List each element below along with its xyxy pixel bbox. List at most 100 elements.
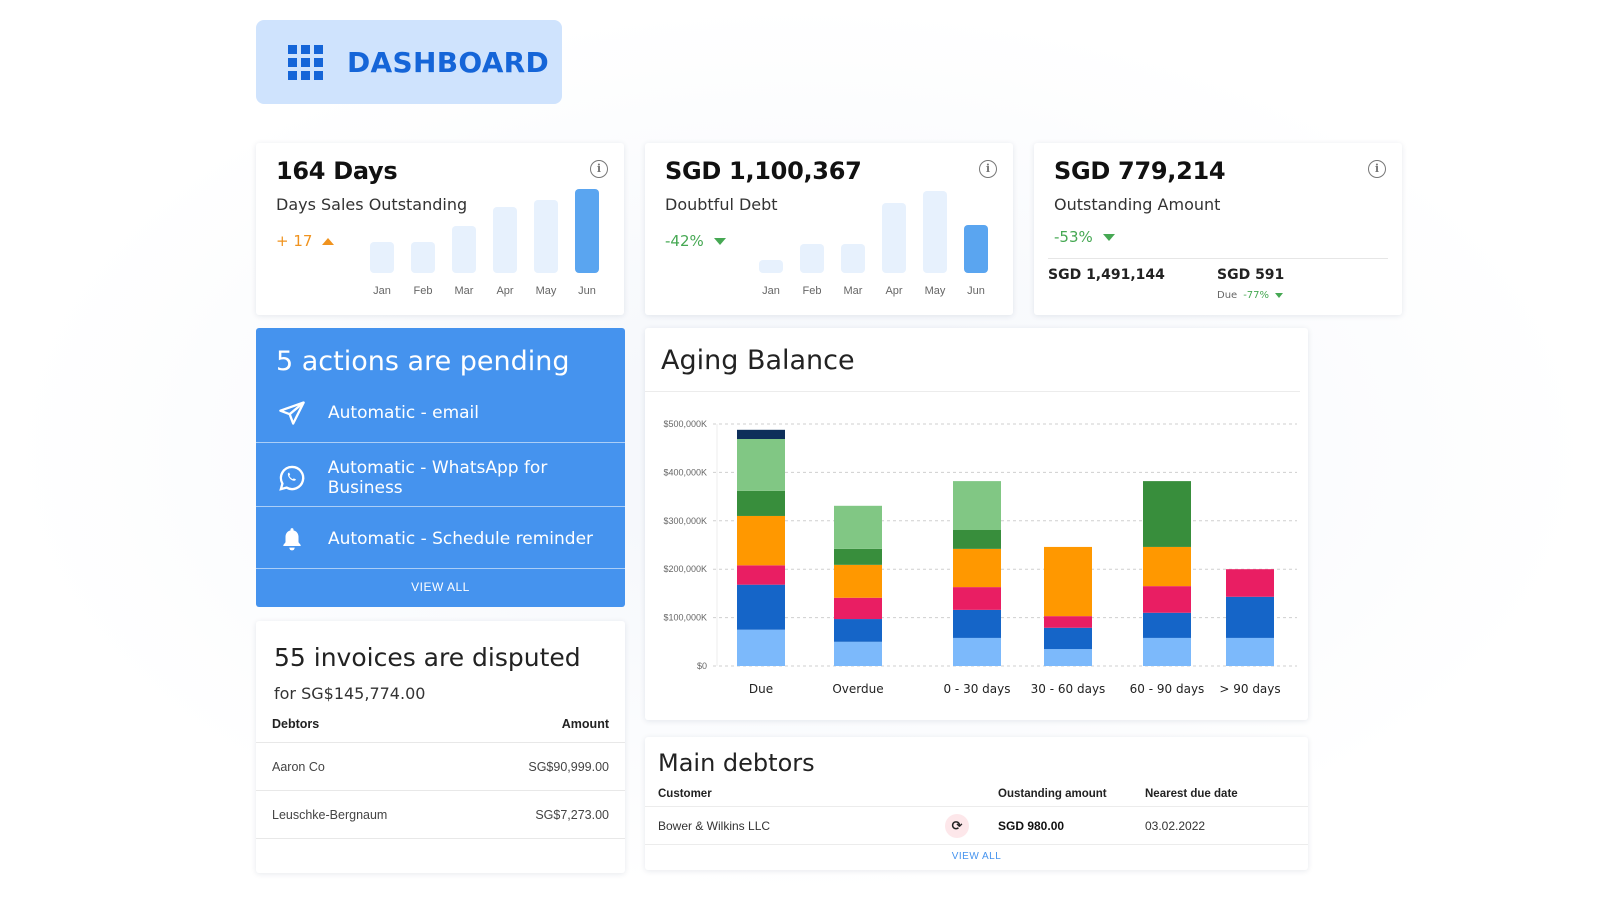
mini-bar-apr [882, 203, 906, 273]
mini-bar-may [923, 191, 947, 273]
mini-bar-jun [964, 225, 988, 273]
mini-bar-label: Feb [802, 285, 822, 297]
x-category-label: Due [749, 682, 773, 696]
action-label: Automatic - WhatsApp for Business [327, 458, 548, 498]
sync-alert-icon[interactable]: ⟳ [945, 814, 969, 838]
divider [256, 442, 625, 443]
debtors-title: Main debtors [658, 749, 815, 777]
kpi-value: SGD 779,214 [1054, 157, 1226, 185]
bar-segment-series-4 [834, 564, 882, 598]
column-header-amount: Oustanding amount [998, 788, 1107, 800]
grid-icon [288, 44, 323, 80]
mini-bar-label: May [535, 285, 557, 297]
action-label: Automatic - Schedule reminder [328, 529, 594, 549]
bar-segment-series-7 [737, 429, 785, 440]
aging-title: Aging Balance [645, 328, 1300, 392]
mini-bar-feb [411, 242, 435, 273]
dashboard-header[interactable]: DASHBOARD [256, 20, 562, 104]
x-category-label: 30 - 60 days [1031, 682, 1106, 696]
bar-segment-series-1 [1226, 637, 1274, 666]
bar-segment-series-2 [1226, 596, 1274, 638]
debtor-name: Leuschke-Bergnaum [272, 807, 388, 822]
y-tick-label: $100,000K [663, 613, 707, 623]
column-header-debtors: Debtors [272, 717, 320, 731]
due-amount-value: SGD 591 [1217, 267, 1285, 283]
aging-balance-card: Aging Balance $0 $100,000K $200,000K $300,0… [645, 328, 1308, 720]
mini-bar-label: Apr [885, 285, 903, 297]
mini-bar-label: Jun [578, 285, 596, 297]
arrow-down-icon [1275, 293, 1284, 298]
bar-segment-series-2 [953, 609, 1001, 638]
action-item-whatsapp[interactable]: Automatic - WhatsApp for Business [256, 458, 625, 498]
kpi-delta-value: -42% [665, 232, 704, 250]
bar-segment-series-1 [737, 629, 785, 666]
x-category-label: 0 - 30 days [943, 682, 1010, 696]
info-icon[interactable]: i [1368, 160, 1386, 178]
view-all-actions-button[interactable]: VIEW ALL [256, 580, 625, 594]
bar-segment-series-3 [1143, 586, 1191, 613]
bar-segment-series-5 [737, 490, 785, 516]
kpi-card-dso: 164 Days Days Sales Outstanding + 17 i J… [256, 143, 624, 315]
divider [1048, 258, 1388, 259]
mini-bar-jun [575, 189, 599, 273]
bar-segment-series-3 [953, 587, 1001, 610]
mini-bar-label: Mar [454, 285, 474, 297]
whatsapp-icon [275, 464, 309, 492]
bar-segment-series-5 [834, 548, 882, 565]
mini-bar-mar [452, 226, 476, 273]
bar-segment-series-4 [1044, 546, 1092, 617]
mini-bar-jan [370, 242, 394, 273]
bar-segment-series-1 [834, 641, 882, 666]
debtor-amount: SG$7,273.00 [535, 807, 609, 822]
bar-segment-series-4 [737, 515, 785, 566]
bar-segment-series-1 [1044, 649, 1092, 666]
bar-segment-series-4 [953, 548, 1001, 588]
action-item-email[interactable]: Automatic - email [256, 398, 625, 428]
outstanding-amount: SGD 980.00 [998, 819, 1065, 833]
mini-bar-chart: Jan Feb Mar Apr May Jun [757, 175, 993, 315]
x-category-label: > 90 days [1219, 682, 1280, 696]
kpi-card-doubtful-debt: SGD 1,100,367 Doubtful Debt -42% i Jan Fe… [645, 143, 1013, 315]
mini-bar-apr [493, 207, 517, 273]
due-label: Due [1217, 290, 1238, 301]
mini-bar-label: Feb [413, 285, 433, 297]
table-row[interactable]: Bower & Wilkins LLC ⟳ SGD 980.00 03.02.2… [645, 807, 1308, 845]
column-header-amount: Amount [561, 717, 609, 731]
divider [256, 506, 625, 507]
page-title: DASHBOARD [347, 45, 550, 79]
arrow-down-icon [1102, 233, 1115, 241]
bar-segment-series-4 [1143, 546, 1191, 587]
aging-balance-chart: $0 $100,000K $200,000K $300,000K $400,000K $5… [663, 419, 1297, 696]
view-all-debtors-button[interactable]: VIEW ALL [645, 851, 1308, 862]
bar-segment-series-1 [953, 637, 1001, 666]
bar-segment-series-5 [1143, 481, 1191, 547]
due-date: 03.02.2022 [1145, 819, 1206, 833]
table-row[interactable]: Leuschke-Bergnaum SG$7,273.00 [256, 791, 625, 839]
bar-segment-series-2 [1143, 612, 1191, 638]
column-header-due-date: Nearest due date [1145, 788, 1238, 800]
bar-segment-series-6 [737, 439, 785, 491]
mini-bar-label: Jan [762, 285, 780, 297]
bar-segment-series-6 [953, 481, 1001, 530]
column-header-customer: Customer [658, 788, 712, 800]
action-item-reminder[interactable]: Automatic - Schedule reminder [256, 520, 625, 558]
table-header: Debtors Amount [256, 717, 625, 743]
kpi-label: Outstanding Amount [1054, 195, 1221, 214]
divider [256, 568, 625, 569]
bar-segment-series-2 [737, 584, 785, 630]
y-tick-label: $200,000K [663, 564, 707, 574]
kpi-delta-value: -53% [1054, 228, 1093, 246]
bar-segment-series-3 [1226, 569, 1274, 597]
disputed-title: 55 invoices are disputed [274, 643, 581, 672]
due-delta: Due -77% [1217, 290, 1284, 301]
debtor-name: Aaron Co [272, 759, 325, 774]
mini-bar-chart: Jan Feb Mar Apr May Jun [368, 175, 604, 315]
mini-bar-feb [800, 244, 824, 273]
table-row[interactable]: Aaron Co SG$90,999.00 [256, 743, 625, 791]
mini-bar-label: Apr [496, 285, 514, 297]
kpi-card-outstanding: SGD 779,214 Outstanding Amount -53% i SG… [1034, 143, 1402, 315]
mini-bar-label: Jan [373, 285, 391, 297]
pending-actions-card: 5 actions are pending Automatic - email … [256, 328, 625, 607]
x-category-label: 60 - 90 days [1130, 682, 1205, 696]
paper-plane-icon [275, 399, 309, 427]
